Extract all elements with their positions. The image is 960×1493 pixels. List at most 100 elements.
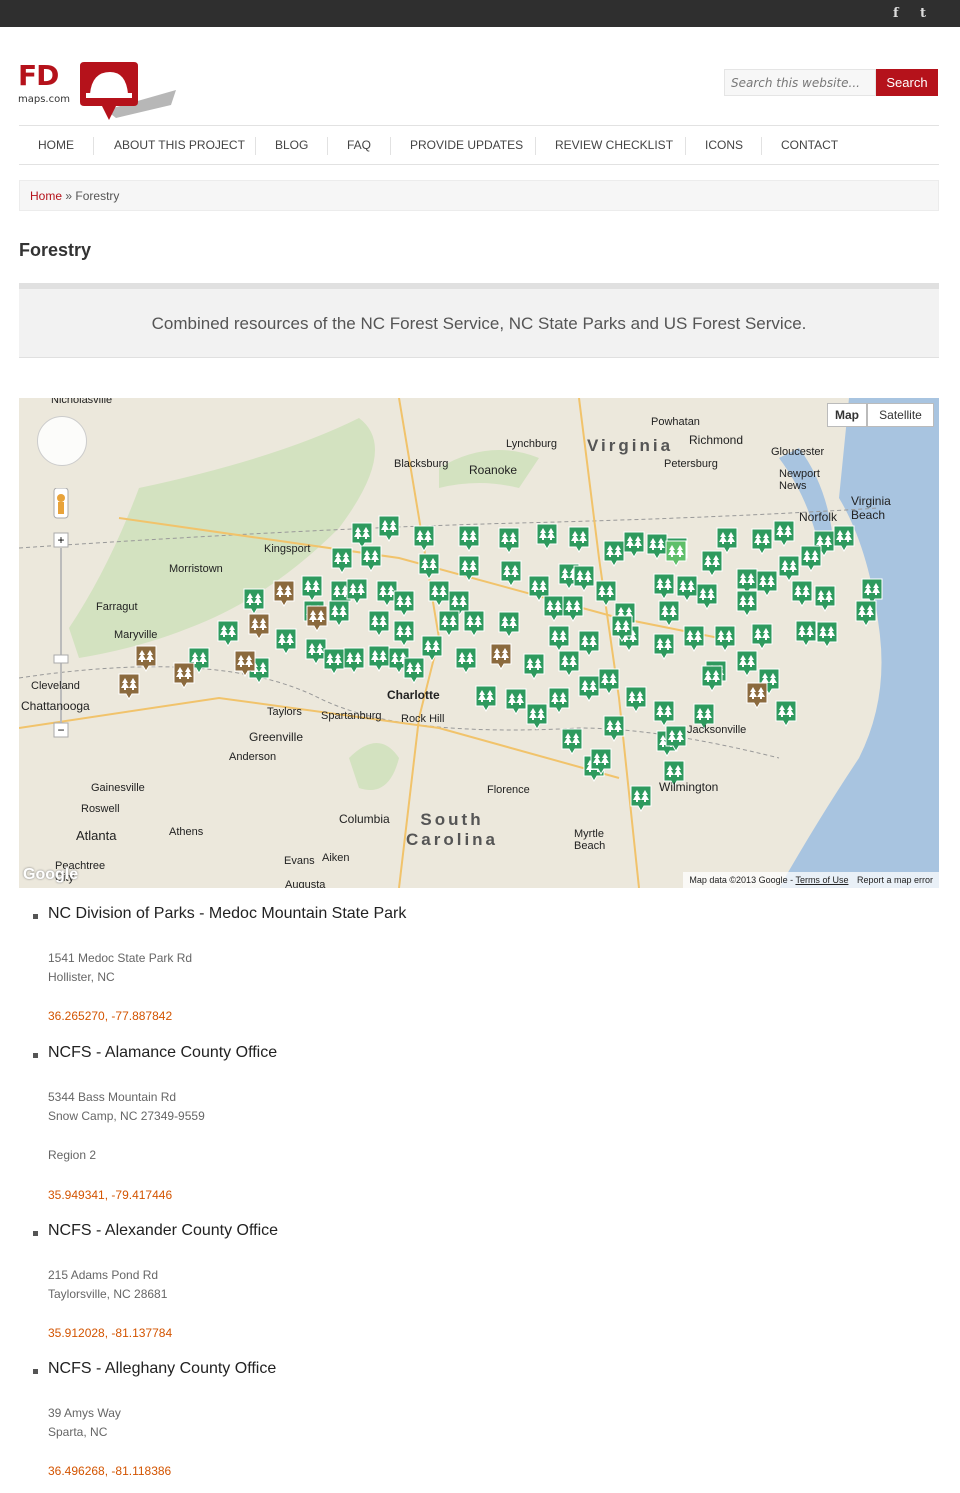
forest-marker-icon[interactable]	[535, 522, 559, 550]
forest-marker-icon[interactable]	[750, 622, 774, 650]
forest-marker-icon[interactable]	[300, 574, 324, 602]
map-type-satellite[interactable]: Satellite	[867, 403, 934, 427]
forest-marker-icon[interactable]	[327, 599, 351, 627]
forest-marker-icon[interactable]	[652, 699, 676, 727]
forest-marker-icon[interactable]	[597, 667, 621, 695]
forest-marker-icon[interactable]	[657, 599, 681, 627]
forest-marker-icon[interactable]	[652, 632, 676, 660]
forest-marker-icon[interactable]	[664, 724, 688, 752]
forest-marker-icon[interactable]	[561, 594, 585, 622]
us-forest-marker-icon[interactable]	[247, 612, 271, 640]
forest-marker-icon[interactable]	[854, 599, 878, 627]
pan-control[interactable]	[37, 416, 87, 466]
forest-marker-icon[interactable]	[610, 614, 634, 642]
location-coords[interactable]: 36.496268, -81.118386	[48, 1464, 171, 1478]
forest-marker-icon[interactable]	[735, 649, 759, 677]
nav-about[interactable]: About This Project	[114, 126, 245, 164]
forest-marker-icon[interactable]	[377, 514, 401, 542]
search-input[interactable]	[724, 69, 876, 96]
forest-marker-icon[interactable]	[560, 727, 584, 755]
forest-marker-icon[interactable]	[216, 619, 240, 647]
forest-marker-icon[interactable]	[359, 544, 383, 572]
forest-marker-icon[interactable]	[700, 549, 724, 577]
map-type-map[interactable]: Map	[827, 403, 867, 427]
forest-marker-icon[interactable]	[392, 589, 416, 617]
nav-review-checklist[interactable]: Review Checklist	[555, 126, 673, 164]
nav-faq[interactable]: FAQ	[347, 126, 371, 164]
report-error-link[interactable]: Report a map error	[857, 875, 933, 885]
location-coords[interactable]: 35.949341, -79.417446	[48, 1188, 172, 1202]
forest-marker-icon[interactable]	[652, 572, 676, 600]
breadcrumb-home[interactable]: Home	[30, 189, 62, 203]
nav-contact[interactable]: Contact	[781, 126, 838, 164]
us-forest-marker-icon[interactable]	[233, 649, 257, 677]
forest-marker-icon[interactable]	[412, 524, 436, 552]
forest-marker-icon[interactable]	[557, 649, 581, 677]
twitter-icon[interactable]: t	[920, 6, 926, 21]
forest-marker-icon[interactable]	[457, 524, 481, 552]
forest-marker-icon[interactable]	[572, 564, 596, 592]
forest-marker-icon[interactable]	[624, 685, 648, 713]
forest-marker-icon[interactable]	[242, 587, 266, 615]
forest-marker-icon[interactable]	[547, 686, 571, 714]
nav-provide-updates[interactable]: Provide Updates	[410, 126, 523, 164]
selected-marker-icon[interactable]	[664, 539, 688, 567]
search-button[interactable]: Search	[876, 69, 938, 96]
forest-marker-icon[interactable]	[457, 554, 481, 582]
forest-marker-icon[interactable]	[525, 702, 549, 730]
forest-marker-icon[interactable]	[330, 546, 354, 574]
forest-marker-icon[interactable]	[799, 544, 823, 572]
forest-marker-icon[interactable]	[474, 684, 498, 712]
terms-link[interactable]: Terms of Use	[795, 875, 848, 885]
forest-marker-icon[interactable]	[417, 552, 441, 580]
us-forest-marker-icon[interactable]	[745, 681, 769, 709]
forest-marker-icon[interactable]	[815, 620, 839, 648]
forest-marker-icon[interactable]	[772, 519, 796, 547]
us-forest-marker-icon[interactable]	[305, 604, 329, 632]
forest-marker-icon[interactable]	[497, 526, 521, 554]
forest-marker-icon[interactable]	[813, 584, 837, 612]
nav-icons[interactable]: Icons	[705, 126, 743, 164]
nav-home[interactable]: Home	[38, 126, 74, 164]
forest-marker-icon[interactable]	[547, 624, 571, 652]
us-forest-marker-icon[interactable]	[172, 661, 196, 689]
location-coords[interactable]: 36.265270, -77.887842	[48, 1009, 172, 1023]
forest-marker-icon[interactable]	[567, 525, 591, 553]
forest-marker-icon[interactable]	[437, 609, 461, 637]
forest-marker-icon[interactable]	[367, 609, 391, 637]
forest-marker-icon[interactable]	[497, 610, 521, 638]
us-forest-marker-icon[interactable]	[489, 642, 513, 670]
forest-marker-icon[interactable]	[629, 784, 653, 812]
facebook-icon[interactable]: f	[893, 6, 899, 21]
site-logo[interactable]: FD maps.com	[18, 57, 178, 121]
forest-marker-icon[interactable]	[522, 652, 546, 680]
nav-blog[interactable]: Blog	[275, 126, 308, 164]
forest-marker-icon[interactable]	[777, 554, 801, 582]
forest-marker-icon[interactable]	[499, 559, 523, 587]
us-forest-marker-icon[interactable]	[134, 644, 158, 672]
forest-marker-icon[interactable]	[774, 699, 798, 727]
forest-marker-icon[interactable]	[790, 579, 814, 607]
forest-marker-icon[interactable]	[454, 646, 478, 674]
forest-marker-icon[interactable]	[274, 627, 298, 655]
forest-marker-icon[interactable]	[420, 634, 444, 662]
forest-marker-icon[interactable]	[622, 530, 646, 558]
forest-marker-icon[interactable]	[589, 747, 613, 775]
forest-marker-icon[interactable]	[713, 624, 737, 652]
forest-marker-icon[interactable]	[832, 524, 856, 552]
forest-marker-icon[interactable]	[682, 624, 706, 652]
forest-marker-icon[interactable]	[750, 527, 774, 555]
forest-marker-icon[interactable]	[392, 619, 416, 647]
forest-marker-icon[interactable]	[602, 714, 626, 742]
location-coords[interactable]: 35.912028, -81.137784	[48, 1326, 172, 1340]
google-logo[interactable]: Google	[23, 866, 78, 884]
forest-marker-icon[interactable]	[735, 589, 759, 617]
us-forest-marker-icon[interactable]	[272, 579, 296, 607]
forest-marker-icon[interactable]	[695, 582, 719, 610]
forest-marker-icon[interactable]	[462, 609, 486, 637]
map[interactable]: + − Map Satellite Virginia South Carolin…	[19, 398, 939, 888]
forest-marker-icon[interactable]	[322, 647, 346, 675]
forest-marker-icon[interactable]	[700, 664, 724, 692]
zoom-slider[interactable]: + −	[49, 488, 79, 758]
us-forest-marker-icon[interactable]	[117, 672, 141, 700]
